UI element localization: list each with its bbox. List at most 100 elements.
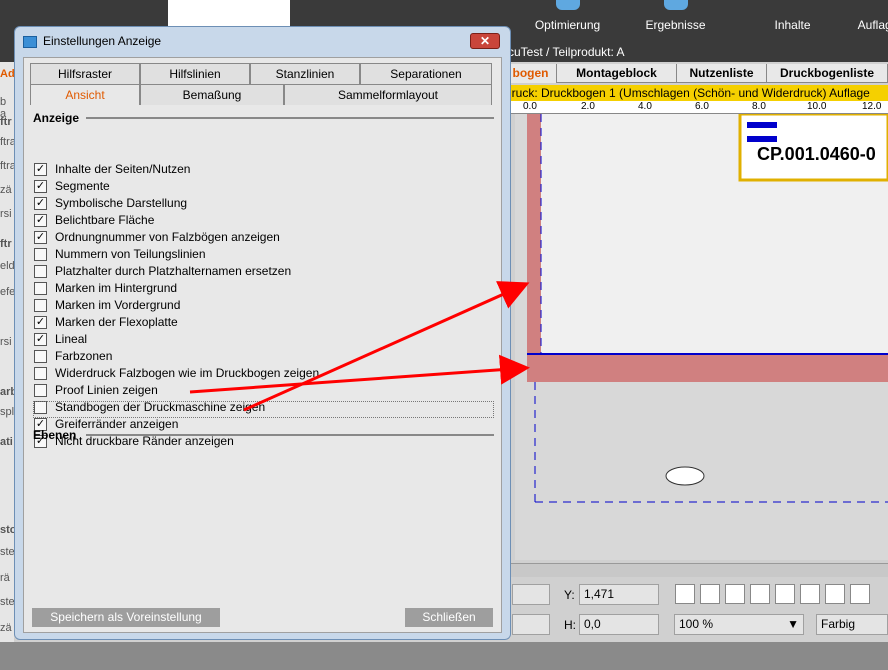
left-panel-edge: Ad b a ftr ftra ftra zä rsi ftr eld efe …	[0, 62, 17, 642]
close-icon[interactable]: ✕	[470, 33, 500, 49]
checkbox[interactable]: ✓	[34, 316, 47, 329]
zoom-select[interactable]: 100 % ▼	[674, 614, 804, 635]
checkbox[interactable]	[34, 299, 47, 312]
checkbox[interactable]	[34, 282, 47, 295]
toptab-label: Ergebnisse	[645, 18, 706, 32]
panel-fragment: ste	[0, 546, 15, 558]
checkbox[interactable]: ✓	[34, 231, 47, 244]
toptab-label: Auflage	[857, 18, 888, 32]
section-title-ebenen: Ebenen	[33, 428, 77, 442]
panel-fragment: rä	[0, 572, 10, 584]
divider	[86, 434, 494, 436]
panel-fragment: efe	[0, 286, 16, 298]
checkbox-label: Platzhalter durch Platzhalternamen erset…	[55, 264, 292, 278]
checkbox-label: Symbolische Darstellung	[55, 196, 188, 210]
toptab-ergebnisse[interactable]: Ergebnisse	[628, 0, 723, 36]
panel-fragment: spl	[0, 406, 15, 418]
tab-hilfslinien[interactable]: Hilfslinien	[140, 63, 250, 84]
app-window-icon	[23, 35, 37, 48]
checkbox-label: Farbzonen	[55, 349, 113, 363]
sheet-status-bar: druck: Druckbogen 1 (Umschlagen (Schön- …	[505, 85, 888, 101]
panel-fragment: zä	[0, 184, 12, 196]
color-mode-select[interactable]: Farbig	[816, 614, 888, 635]
save-default-button[interactable]: Speichern als Voreinstellung	[32, 608, 220, 627]
panel-fragment: zä	[0, 622, 12, 634]
y-label: Y:	[564, 588, 575, 602]
view-tabs: bogen Montageblock Nutzenliste Druckboge…	[505, 64, 888, 83]
horizontal-ruler: 0.0 2.0 4.0 6.0 8.0 10.0 12.0	[505, 101, 888, 114]
product-subtitle: cuTest / Teilprodukt: A	[508, 45, 625, 59]
tab-separationen[interactable]: Separationen	[360, 63, 492, 84]
panel-fragment: ftr	[0, 238, 12, 250]
tab-sammelformlayout[interactable]: Sammelformlayout	[284, 84, 492, 105]
toptab-inhalte[interactable]: Inhalte	[745, 0, 840, 36]
ruler-tick: 10.0	[807, 101, 827, 112]
checkbox[interactable]: ✓	[34, 180, 47, 193]
checkbox[interactable]	[34, 367, 47, 380]
hand-icon[interactable]	[750, 584, 770, 604]
checkbox[interactable]: ✓	[34, 214, 47, 227]
panel-fragment: ftr	[0, 116, 12, 128]
dialog-body: Hilfsraster Hilfslinien Stanzlinien Sepa…	[23, 57, 502, 633]
checkbox[interactable]: ✓	[34, 163, 47, 176]
checkbox[interactable]	[34, 350, 47, 363]
magnifier-icon[interactable]	[725, 584, 745, 604]
checkbox-label: Belichtbare Fläche	[55, 213, 155, 227]
results-icon	[663, 0, 688, 10]
dialog-title-text: Einstellungen Anzeige	[43, 34, 162, 48]
y-input[interactable]: 1,471	[579, 584, 659, 605]
tab-stanzlinien[interactable]: Stanzlinien	[250, 63, 360, 84]
panel-fragment: ati	[0, 436, 13, 448]
h-input[interactable]: 0,0	[579, 614, 659, 635]
checkbox-label: Inhalte der Seiten/Nutzen	[55, 162, 191, 176]
content-label: CP.001.0460-0	[757, 144, 876, 164]
status-footer	[0, 642, 888, 670]
divider	[86, 117, 494, 119]
settings-dialog: Einstellungen Anzeige ✕ Hilfsraster Hilf…	[14, 26, 511, 640]
checkbox[interactable]: ✓	[34, 333, 47, 346]
checkbox[interactable]	[34, 384, 47, 397]
panel-fragment: ste	[0, 596, 15, 608]
checkbox[interactable]	[34, 265, 47, 278]
tab-druckbogenliste[interactable]: Druckbogenliste	[767, 64, 888, 83]
focus-outline	[33, 401, 494, 418]
ruler-tick: 0.0	[523, 101, 537, 112]
horizontal-scrollbar[interactable]	[505, 563, 888, 577]
ruler-tick: 2.0	[581, 101, 595, 112]
checkbox-label: Segmente	[55, 179, 110, 193]
ruler-tick: 4.0	[638, 101, 652, 112]
pointer-icon[interactable]	[675, 584, 695, 604]
checkbox-label: Ordnungnummer von Falzbögen anzeigen	[55, 230, 280, 244]
tab-montageblock[interactable]: Montageblock	[557, 64, 677, 83]
checkbox[interactable]	[34, 248, 47, 261]
w-field[interactable]	[512, 614, 550, 635]
tab-bemassung[interactable]: Bemaßung	[140, 84, 284, 105]
drop-icon[interactable]	[850, 584, 870, 604]
tab-nutzenliste[interactable]: Nutzenliste	[677, 64, 767, 83]
checkbox-label: Marken der Flexoplatte	[55, 315, 178, 329]
checkbox-label: Lineal	[55, 332, 88, 346]
delete-icon[interactable]	[825, 584, 845, 604]
tab-druckbogen[interactable]: bogen	[505, 64, 557, 83]
color-mode-value: Farbig	[821, 617, 856, 631]
chevron-down-icon: ▼	[787, 617, 799, 631]
panel-fragment: rsi	[0, 208, 12, 220]
checkbox-label: Widerdruck Falzbogen wie im Druckbogen z…	[55, 366, 320, 380]
tab-ansicht[interactable]: Ansicht	[30, 84, 140, 105]
checkbox[interactable]: ✓	[34, 197, 47, 210]
toptab-auflage[interactable]: Auflage	[848, 0, 888, 36]
copy-icon[interactable]	[800, 584, 820, 604]
sheet-drawing	[515, 114, 888, 560]
tab-hilfsraster[interactable]: Hilfsraster	[30, 63, 140, 84]
checkbox-label: Marken im Vordergrund	[55, 298, 181, 312]
x-field[interactable]	[512, 584, 550, 605]
toptab-label: Optimierung	[534, 18, 601, 32]
crop-icon[interactable]	[775, 584, 795, 604]
toptab-optimierung[interactable]: Optimierung	[520, 0, 615, 36]
zoom-window-icon[interactable]	[700, 584, 720, 604]
panel-fragment: rsi	[0, 336, 12, 348]
close-button[interactable]: Schließen	[405, 608, 493, 627]
sheet-canvas[interactable]: CP.001.0460-0	[515, 114, 888, 560]
h-label: H:	[564, 618, 576, 632]
zoom-value: 100 %	[679, 617, 714, 631]
